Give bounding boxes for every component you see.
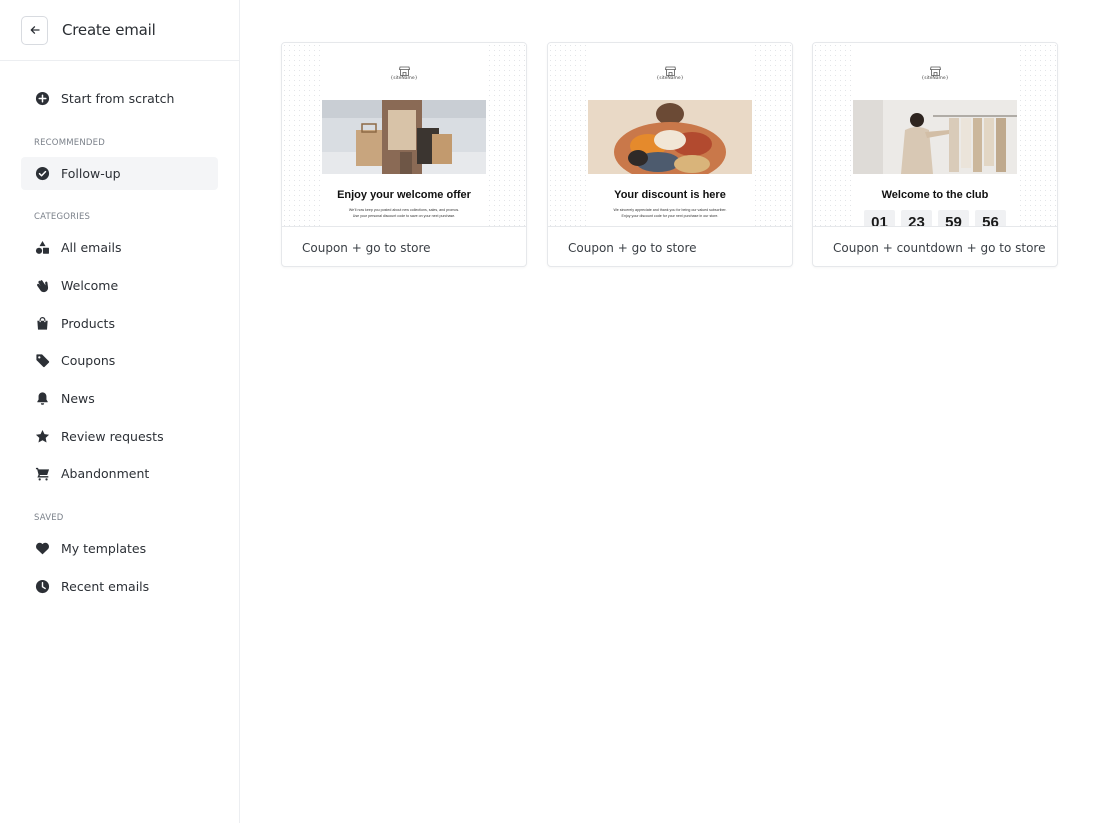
shopping-bag-icon <box>34 316 50 332</box>
sidebar-item-abandonment[interactable]: Abandonment <box>21 457 218 490</box>
hero-image <box>853 100 1017 174</box>
back-button[interactable] <box>21 15 48 45</box>
star-icon <box>34 429 50 445</box>
email-body-line: We'll now keep you posted about new coll… <box>348 208 460 212</box>
nav-label: Follow-up <box>61 166 121 181</box>
template-card[interactable]: {siteName} Your discount is here We sinc… <box>547 42 793 267</box>
countdown-digit: 59 <box>938 210 969 226</box>
countdown-timer: 01 23 59 56 <box>864 210 1006 226</box>
template-name: Coupon + go to store <box>548 226 792 266</box>
sidebar: Create email Start from scratch RECOMMEN… <box>0 0 240 823</box>
hero-image <box>588 100 752 174</box>
site-name: {siteName} <box>390 76 418 81</box>
sidebar-header: Create email <box>0 0 239 61</box>
page-title: Create email <box>62 21 156 39</box>
countdown-digit: 01 <box>864 210 895 226</box>
hero-image <box>322 100 486 174</box>
store-icon <box>665 61 676 76</box>
nav-label: Abandonment <box>61 466 150 481</box>
clock-icon <box>34 579 50 595</box>
nav-label: Recent emails <box>61 579 150 594</box>
sidebar-item-review-requests[interactable]: Review requests <box>21 420 218 453</box>
nav-label: News <box>61 391 95 406</box>
shapes-icon <box>34 240 50 256</box>
arrow-left-icon <box>30 26 40 34</box>
sidebar-item-all-emails[interactable]: All emails <box>21 231 218 264</box>
template-card[interactable]: {siteName} Enjoy your welcome offer We'l… <box>281 42 527 267</box>
nav-label: Review requests <box>61 429 164 444</box>
nav-label: Start from scratch <box>61 91 175 106</box>
template-name: Coupon + go to store <box>282 226 526 266</box>
email-body-line: Enjoy your discount code for your next p… <box>621 213 719 218</box>
email-headline: Welcome to the club <box>881 189 989 201</box>
email-headline: Your discount is here <box>614 189 726 201</box>
cart-icon <box>34 466 50 482</box>
countdown-digit: 56 <box>975 210 1006 226</box>
nav-label: All emails <box>61 240 122 255</box>
section-label-saved: SAVED <box>34 513 64 523</box>
email-body: We'll now keep you posted about new coll… <box>327 208 481 219</box>
bell-icon <box>34 391 50 407</box>
store-icon <box>399 61 410 76</box>
nav-label: Welcome <box>61 278 119 293</box>
nav-label: Coupons <box>61 353 116 368</box>
heart-icon <box>34 541 50 557</box>
template-card[interactable]: {siteName} Welcome to the club 01 23 59 … <box>812 42 1058 267</box>
countdown-digit: 23 <box>901 210 932 226</box>
email-body-line: Use your personal discount code to save … <box>352 213 456 218</box>
sidebar-item-news[interactable]: News <box>21 382 218 415</box>
nav-label: Products <box>61 316 115 331</box>
email-headline: Enjoy your welcome offer <box>337 189 471 201</box>
sidebar-item-coupons[interactable]: Coupons <box>21 344 218 377</box>
nav-label: My templates <box>61 541 147 556</box>
sidebar-item-follow-up[interactable]: Follow-up <box>21 157 218 190</box>
plus-circle-icon <box>34 91 50 107</box>
site-name: {siteName} <box>921 76 949 81</box>
sidebar-item-welcome[interactable]: Welcome <box>21 269 218 302</box>
template-preview: {siteName} Enjoy your welcome offer We'l… <box>282 43 526 226</box>
wave-hand-icon <box>34 278 50 294</box>
section-label-recommended: RECOMMENDED <box>34 138 105 148</box>
check-circle-icon <box>34 166 50 182</box>
start-from-scratch-button[interactable]: Start from scratch <box>21 82 218 115</box>
email-body-line: We sincerely appreciate and thank you fo… <box>613 208 727 212</box>
template-preview: {siteName} Your discount is here We sinc… <box>548 43 792 226</box>
email-body: We sincerely appreciate and thank you fo… <box>593 208 747 219</box>
sidebar-item-products[interactable]: Products <box>21 307 218 340</box>
tag-icon <box>34 353 50 369</box>
store-icon <box>930 61 941 76</box>
template-preview: {siteName} Welcome to the club 01 23 59 … <box>813 43 1057 226</box>
template-name: Coupon + countdown + go to store <box>813 226 1057 266</box>
section-label-categories: CATEGORIES <box>34 212 91 222</box>
site-name: {siteName} <box>656 76 684 81</box>
sidebar-item-recent-emails[interactable]: Recent emails <box>21 570 218 603</box>
sidebar-item-my-templates[interactable]: My templates <box>21 532 218 565</box>
